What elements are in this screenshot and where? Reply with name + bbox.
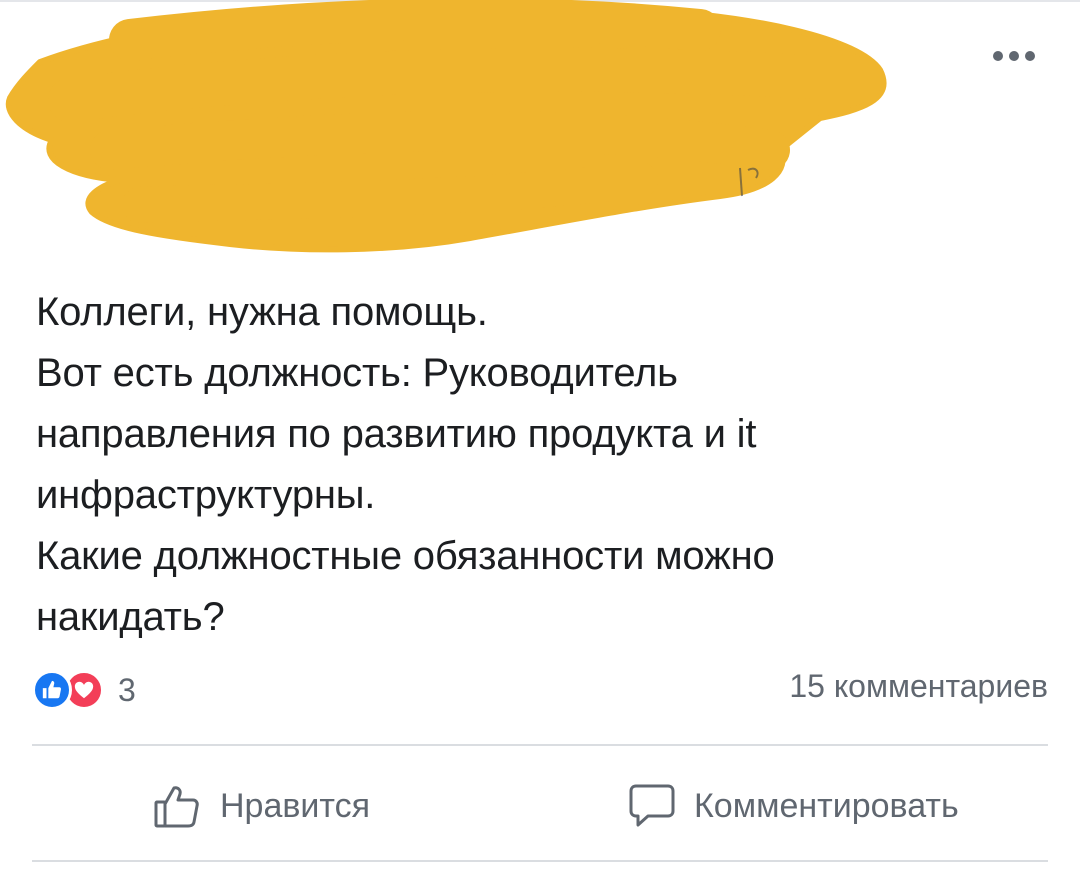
comments-count-link[interactable]: 15 комментариев bbox=[789, 668, 1048, 705]
post-text-line: Коллеги, нужна помощь. bbox=[36, 290, 488, 334]
post-text-line: Вот есть должность: Руководитель bbox=[36, 351, 678, 395]
post-card: Коллеги, нужна помощь. Вот есть должност… bbox=[0, 0, 1080, 872]
more-dot bbox=[1009, 51, 1019, 61]
like-button-label: Нравится bbox=[220, 786, 371, 825]
comment-button[interactable]: Комментировать bbox=[624, 770, 959, 842]
more-dot bbox=[993, 51, 1003, 61]
post-header bbox=[0, 0, 1080, 260]
more-options-button[interactable] bbox=[982, 36, 1046, 76]
post-text-line: инфраструктурны. bbox=[36, 473, 376, 517]
thumbs-up-icon bbox=[32, 670, 72, 710]
divider bbox=[32, 860, 1048, 862]
post-text-line: направления по развитию продукта и it bbox=[36, 412, 757, 456]
comment-button-label: Комментировать bbox=[694, 786, 959, 825]
divider bbox=[32, 744, 1048, 746]
thumbs-up-outline-icon bbox=[150, 778, 206, 834]
like-button[interactable]: Нравится bbox=[150, 770, 370, 842]
reaction-count: 3 bbox=[118, 671, 136, 708]
post-text-line: накидать? bbox=[36, 595, 225, 639]
post-body-text: Коллеги, нужна помощь. Вот есть должност… bbox=[36, 282, 1036, 648]
censor-scribble bbox=[5, 0, 887, 253]
reactions-summary[interactable]: 3 bbox=[32, 666, 136, 714]
more-dot bbox=[1025, 51, 1035, 61]
post-text-line: Какие должностные обязанности можно bbox=[36, 534, 775, 578]
speech-bubble-icon bbox=[624, 778, 680, 834]
